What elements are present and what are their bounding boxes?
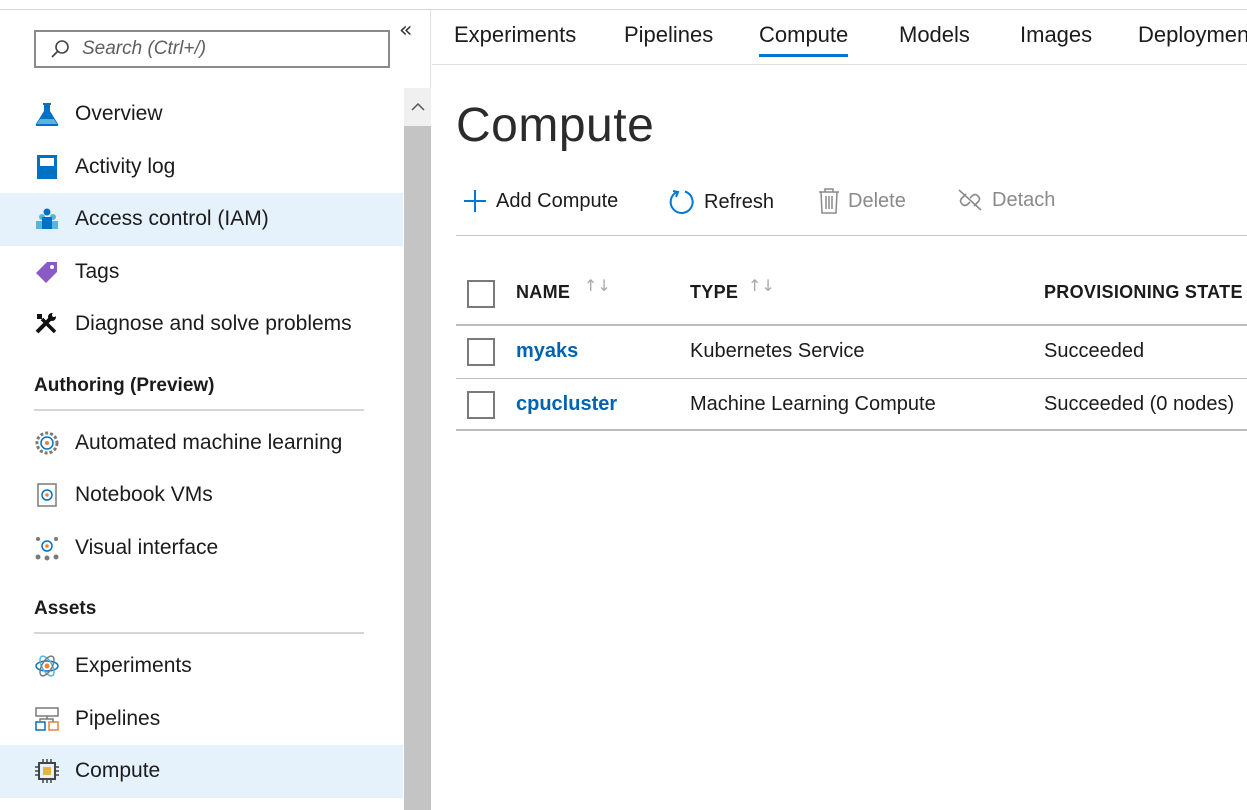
unlink-icon bbox=[956, 188, 984, 212]
sidebar-item-label: Tags bbox=[75, 259, 120, 283]
chip-icon bbox=[34, 758, 60, 784]
sidebar-item-pipelines[interactable]: Pipelines bbox=[0, 693, 403, 746]
sidebar-item-visual-interface[interactable]: Visual interface bbox=[0, 522, 403, 575]
pipeline-icon bbox=[34, 706, 60, 732]
sidebar-item-label: Notebook VMs bbox=[75, 483, 213, 507]
table-header: NAME ↑↓ TYPE ↑↓ PROVISIONING STATE bbox=[456, 262, 1247, 326]
command-bar: Add Compute Refresh Delete Detach bbox=[456, 184, 1247, 236]
sort-icon[interactable]: ↑↓ bbox=[748, 276, 775, 295]
scroll-up-button[interactable] bbox=[404, 88, 431, 126]
sidebar-item-label: Activity log bbox=[75, 154, 176, 178]
atom-icon bbox=[34, 653, 60, 679]
row-checkbox[interactable] bbox=[467, 338, 495, 366]
compute-type: Machine Learning Compute bbox=[690, 392, 936, 415]
gear-icon bbox=[34, 430, 60, 456]
row-checkbox[interactable] bbox=[467, 390, 495, 419]
sidebar-item-tags[interactable]: Tags bbox=[0, 246, 403, 299]
compute-name-link[interactable]: myaks bbox=[516, 340, 578, 363]
tab-images[interactable]: Images bbox=[1020, 22, 1092, 48]
sidebar-nav: Overview Activity log Access control (IA… bbox=[0, 88, 403, 798]
select-all-checkbox[interactable] bbox=[467, 280, 495, 308]
refresh-label: Refresh bbox=[704, 190, 775, 213]
page-title: Compute bbox=[456, 99, 655, 152]
wrench-icon bbox=[34, 311, 60, 337]
tab-models[interactable]: Models bbox=[899, 22, 970, 48]
add-compute-label: Add Compute bbox=[496, 189, 619, 212]
compute-name-link[interactable]: cpucluster bbox=[516, 393, 617, 416]
tag-icon bbox=[34, 259, 60, 285]
sidebar-item-label: Compute bbox=[75, 759, 161, 783]
sidebar-item-overview[interactable]: Overview bbox=[0, 88, 403, 141]
tab-pipelines[interactable]: Pipelines bbox=[624, 22, 713, 48]
column-header-type[interactable]: TYPE bbox=[690, 282, 738, 303]
collapse-sidebar-button[interactable]: « bbox=[399, 18, 412, 43]
sort-icon[interactable]: ↑↓ bbox=[584, 276, 611, 295]
column-header-name[interactable]: NAME bbox=[516, 282, 570, 303]
main-content: Experiments Pipelines Compute Models Ima… bbox=[432, 10, 1247, 810]
search-box[interactable] bbox=[34, 30, 390, 68]
sidebar-item-label: Experiments bbox=[75, 654, 192, 678]
trash-icon bbox=[818, 188, 840, 214]
sidebar: « Overview Activity log Access control (… bbox=[0, 10, 431, 810]
sidebar-item-label: Access control (IAM) bbox=[75, 207, 269, 231]
top-strip bbox=[0, 0, 1247, 10]
tab-bar: Experiments Pipelines Compute Models Ima… bbox=[432, 10, 1247, 65]
tab-compute[interactable]: Compute bbox=[759, 22, 849, 57]
delete-button[interactable]: Delete bbox=[818, 188, 906, 214]
section-title: Authoring (Preview) bbox=[34, 375, 364, 411]
section-title: Assets bbox=[34, 598, 364, 634]
table-row[interactable]: myaks Kubernetes Service Succeeded bbox=[456, 326, 1247, 379]
refresh-button[interactable]: Refresh bbox=[668, 188, 774, 216]
column-header-provisioning-state[interactable]: PROVISIONING STATE bbox=[1044, 282, 1243, 303]
sidebar-item-label: Automated machine learning bbox=[75, 430, 343, 454]
sidebar-item-automated-ml[interactable]: Automated machine learning bbox=[0, 417, 403, 470]
network-icon bbox=[34, 535, 60, 561]
flask-icon bbox=[34, 101, 60, 127]
provisioning-state: Succeeded (0 nodes) bbox=[1044, 392, 1235, 415]
sidebar-item-label: Visual interface bbox=[75, 535, 219, 559]
sidebar-item-label: Diagnose and solve problems bbox=[75, 312, 352, 336]
scrollbar[interactable] bbox=[404, 88, 431, 810]
chevron-up-icon bbox=[410, 102, 425, 111]
compute-table: NAME ↑↓ TYPE ↑↓ PROVISIONING STATE myaks… bbox=[456, 262, 1247, 431]
provisioning-state: Succeeded bbox=[1044, 340, 1145, 362]
tab-deployments[interactable]: Deployments bbox=[1138, 22, 1247, 48]
people-icon bbox=[34, 206, 60, 232]
section-authoring: Authoring (Preview) bbox=[0, 351, 403, 411]
add-compute-button[interactable]: Add Compute bbox=[462, 188, 618, 214]
sidebar-item-label: Overview bbox=[75, 102, 163, 126]
compute-type: Kubernetes Service bbox=[690, 340, 865, 362]
log-book-icon bbox=[34, 154, 60, 180]
section-assets: Assets bbox=[0, 574, 403, 634]
plus-icon bbox=[462, 188, 488, 214]
notebook-icon bbox=[34, 482, 60, 508]
detach-button[interactable]: Detach bbox=[956, 188, 1055, 212]
sidebar-item-experiments[interactable]: Experiments bbox=[0, 640, 403, 693]
delete-label: Delete bbox=[848, 189, 906, 212]
detach-label: Detach bbox=[992, 188, 1056, 211]
tab-experiments[interactable]: Experiments bbox=[454, 22, 576, 48]
sidebar-item-label: Pipelines bbox=[75, 706, 161, 730]
search-input[interactable] bbox=[82, 38, 362, 60]
sidebar-item-compute[interactable]: Compute bbox=[0, 745, 403, 798]
refresh-icon bbox=[668, 188, 696, 216]
table-row[interactable]: cpucluster Machine Learning Compute Succ… bbox=[456, 379, 1247, 431]
sidebar-item-notebook-vms[interactable]: Notebook VMs bbox=[0, 469, 403, 522]
sidebar-item-diagnose[interactable]: Diagnose and solve problems bbox=[0, 298, 403, 351]
sidebar-item-access-control[interactable]: Access control (IAM) bbox=[0, 193, 403, 246]
sidebar-item-activity-log[interactable]: Activity log bbox=[0, 141, 403, 194]
search-icon bbox=[51, 40, 69, 58]
